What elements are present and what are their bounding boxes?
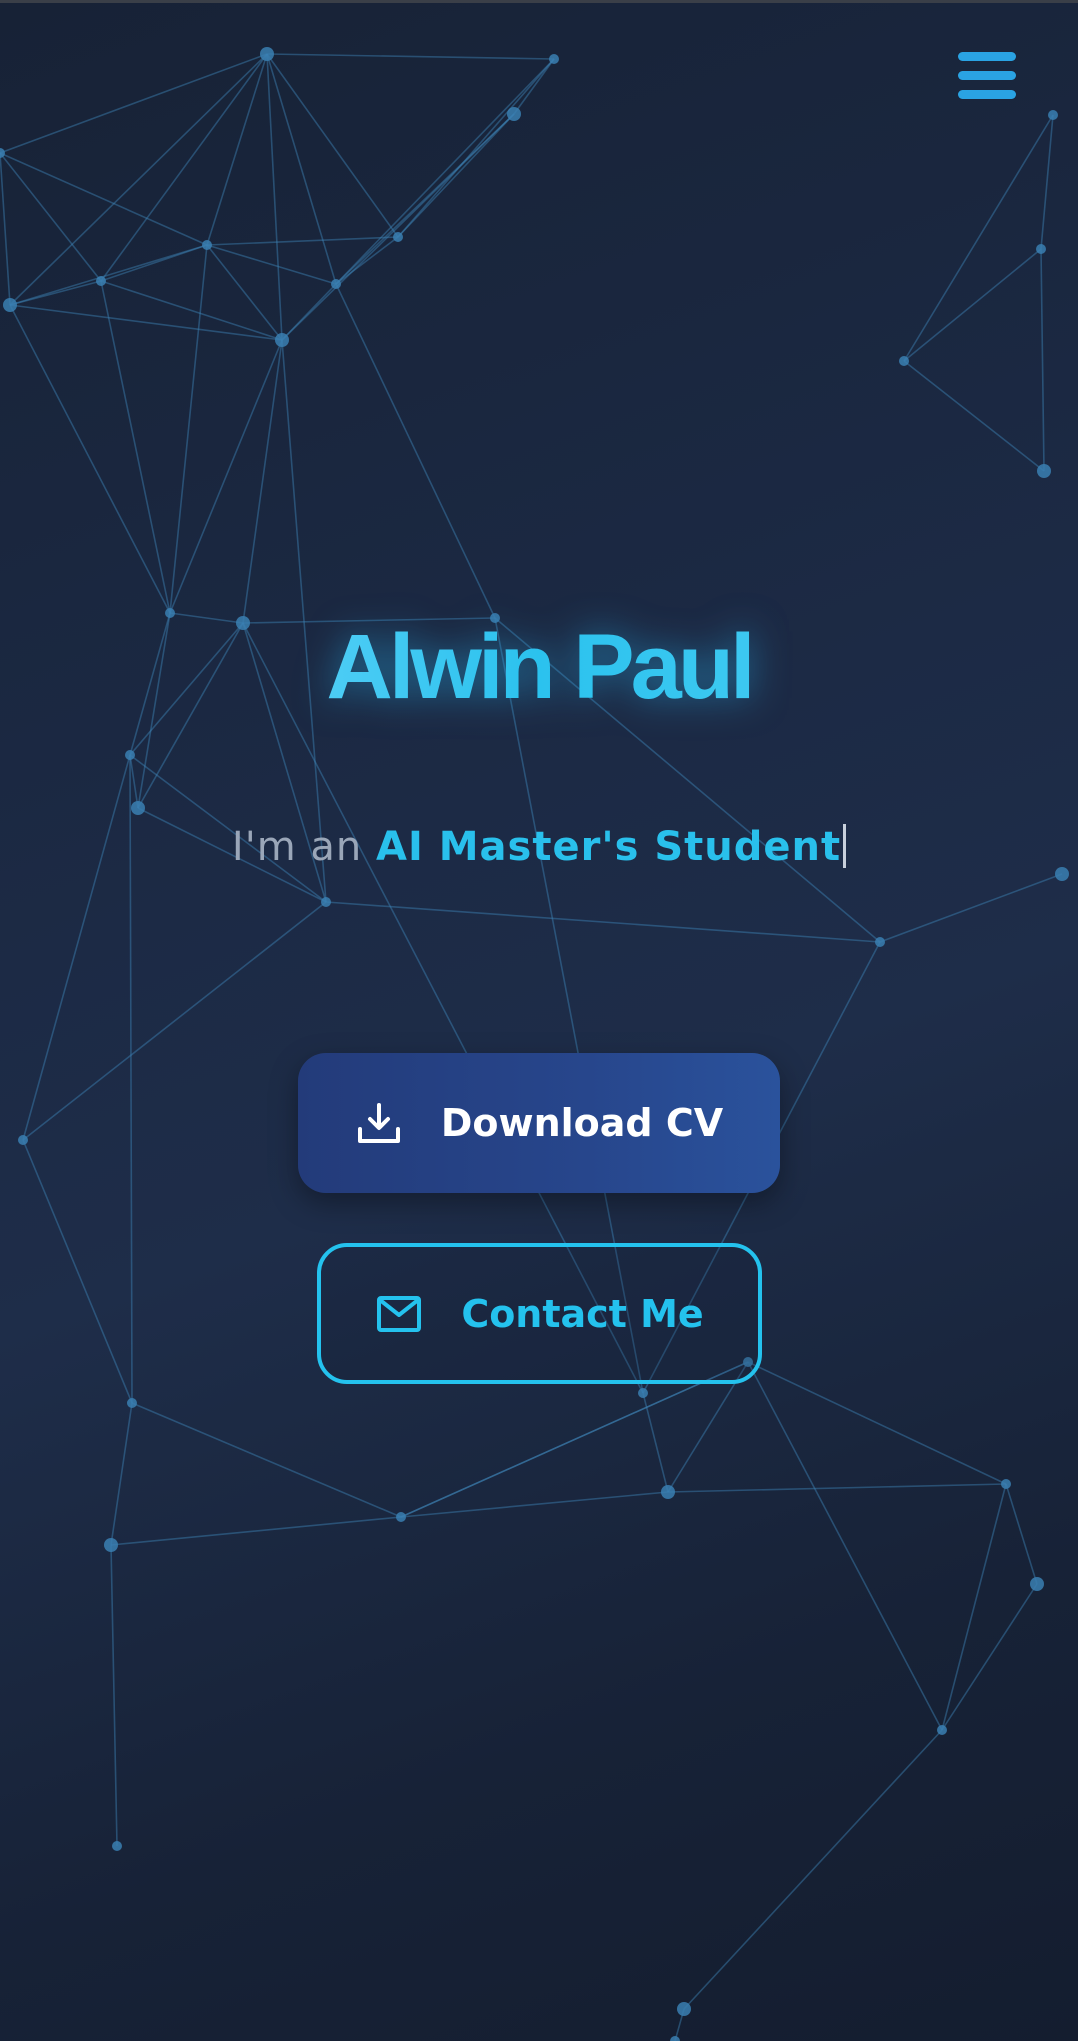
network-edge <box>0 152 208 246</box>
network-node <box>275 333 289 347</box>
network-node <box>1036 244 1046 254</box>
network-edge <box>100 280 283 341</box>
network-edge <box>22 754 131 1141</box>
network-edge <box>100 244 208 282</box>
network-edge <box>100 53 268 282</box>
network-node <box>661 1485 675 1499</box>
network-node <box>260 47 274 61</box>
network-edge <box>266 53 555 60</box>
network-node <box>937 1725 947 1735</box>
network-edge <box>281 283 337 341</box>
network-edge <box>0 152 102 282</box>
network-edge <box>100 280 171 614</box>
tagline-role: AI Master's Student <box>375 824 842 870</box>
network-node <box>202 240 212 250</box>
network-node <box>899 356 909 366</box>
download-cv-label: Download CV <box>440 1101 724 1145</box>
network-edge <box>941 1583 1038 1731</box>
network-node <box>393 232 403 242</box>
network-node <box>670 2036 680 2041</box>
network-edge <box>129 754 139 809</box>
network-edge <box>941 1483 1007 1731</box>
network-node <box>127 1398 137 1408</box>
network-edge <box>242 339 283 624</box>
hero-name: Alwin Paul <box>0 612 1078 722</box>
network-edge <box>397 58 555 238</box>
network-edge <box>1005 1483 1038 1585</box>
network-edge <box>1040 114 1054 250</box>
network-edge <box>400 1361 749 1518</box>
network-edge <box>110 1402 133 1546</box>
network-edge <box>9 53 268 306</box>
network-node <box>1037 464 1051 478</box>
network-edge <box>169 244 208 614</box>
network-node <box>875 937 885 947</box>
network-edge <box>397 113 515 238</box>
network-node <box>677 2002 691 2016</box>
network-node <box>549 54 559 64</box>
network-edge <box>1040 248 1045 472</box>
mail-icon <box>375 1290 423 1338</box>
network-edge <box>400 1491 669 1518</box>
network-edge <box>110 1544 118 1847</box>
hamburger-menu-icon[interactable] <box>956 52 1018 102</box>
network-edge <box>206 236 399 246</box>
network-edge <box>335 113 515 285</box>
network-node <box>131 801 145 815</box>
network-edge <box>9 304 171 614</box>
network-node <box>396 1512 406 1522</box>
network-edge <box>879 873 1063 943</box>
network-edge <box>0 152 11 306</box>
network-edge <box>0 53 268 154</box>
network-node <box>96 276 106 286</box>
hero-tagline: I'm an AI Master's Student <box>0 822 1078 872</box>
network-edge <box>325 901 881 943</box>
download-cv-button[interactable]: Download CV <box>298 1053 780 1193</box>
network-node <box>321 897 331 907</box>
network-edge <box>903 114 1054 362</box>
network-node <box>104 1538 118 1552</box>
particle-network-background <box>0 47 1069 2041</box>
network-edge <box>206 244 283 341</box>
network-node <box>125 750 135 760</box>
network-edge <box>747 1361 1007 1485</box>
network-edge <box>266 53 399 238</box>
menu-bar-top <box>958 52 1016 61</box>
network-edge <box>903 248 1042 362</box>
network-node <box>112 1841 122 1851</box>
network-edge <box>9 304 283 341</box>
network-node <box>0 148 5 158</box>
network-edge <box>683 1729 943 2010</box>
tagline-prefix: I'm an <box>231 824 376 870</box>
menu-bar-middle <box>958 71 1016 80</box>
network-edge <box>513 58 555 115</box>
network-node <box>3 298 17 312</box>
network-edge <box>22 901 327 1141</box>
network-edge <box>131 1402 402 1518</box>
network-node <box>331 279 341 289</box>
network-edge <box>335 283 496 619</box>
network-edge <box>335 58 555 285</box>
network-edge <box>335 236 399 285</box>
network-node <box>1001 1479 1011 1489</box>
contact-me-button[interactable]: Contact Me <box>317 1243 762 1384</box>
network-edge <box>903 360 1045 472</box>
network-edge <box>206 244 337 285</box>
network-edge <box>22 1139 133 1404</box>
network-edge <box>169 339 283 614</box>
menu-bar-bottom <box>958 90 1016 99</box>
network-node <box>638 1388 648 1398</box>
typing-cursor <box>843 824 847 868</box>
network-edge <box>747 1361 943 1731</box>
network-node <box>18 1135 28 1145</box>
contact-me-label: Contact Me <box>461 1291 704 1336</box>
network-edge <box>110 1516 402 1546</box>
network-node <box>1048 110 1058 120</box>
download-icon <box>355 1099 403 1147</box>
network-node <box>507 107 521 121</box>
network-edge <box>667 1483 1007 1493</box>
network-edge <box>9 244 208 306</box>
network-node <box>1030 1577 1044 1591</box>
